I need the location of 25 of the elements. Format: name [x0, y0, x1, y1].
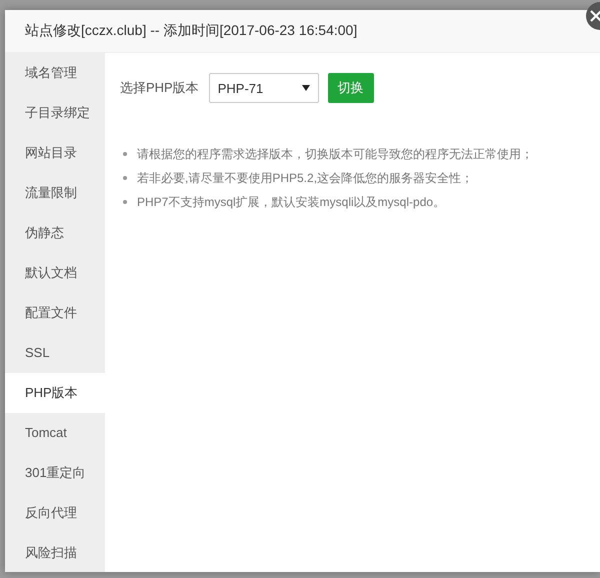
bullet-icon — [123, 152, 127, 156]
dialog-title: 站点修改[cczx.club] -- 添加时间[2017-06-23 16:54:00] — [25, 22, 358, 40]
note-text: 若非必要,请尽量不要使用PHP5.2,这会降低您的服务器安全性； — [137, 170, 474, 187]
sidebar-item[interactable]: 301重定向 — [5, 453, 105, 493]
close-icon[interactable] — [584, 0, 600, 30]
sidebar-item[interactable]: SSL — [5, 333, 105, 373]
note-text: PHP7不支持mysql扩展，默认安装mysqli以及mysql-pdo。 — [137, 194, 446, 211]
sidebar-item[interactable]: 流量限制 — [5, 173, 105, 213]
sidebar-item[interactable]: 风险扫描 — [5, 533, 105, 573]
sidebar-item[interactable]: 反向代理 — [5, 493, 105, 533]
sidebar-item[interactable]: 域名管理 — [5, 53, 105, 93]
sidebar-item[interactable]: Tomcat — [5, 413, 105, 453]
sidebar-item[interactable]: 网站目录 — [5, 133, 105, 173]
bullet-icon — [123, 176, 127, 180]
sidebar-item[interactable]: 默认文档 — [5, 253, 105, 293]
sidebar-item[interactable]: 配置文件 — [5, 293, 105, 333]
note-text: 请根据您的程序需求选择版本，切换版本可能导致您的程序无法正常使用； — [137, 146, 533, 163]
sidebar-item[interactable]: 子目录绑定 — [5, 93, 105, 133]
caret-icon — [302, 85, 310, 91]
field-label: 选择PHP版本 — [120, 79, 199, 97]
bullet-icon — [123, 200, 127, 204]
version-select[interactable]: PHP-71 — [208, 73, 319, 103]
sidebar-item[interactable]: PHP版本 — [5, 373, 105, 413]
switch-button[interactable]: 切换 — [328, 73, 374, 103]
sidebar-item[interactable]: 伪静态 — [5, 213, 105, 253]
